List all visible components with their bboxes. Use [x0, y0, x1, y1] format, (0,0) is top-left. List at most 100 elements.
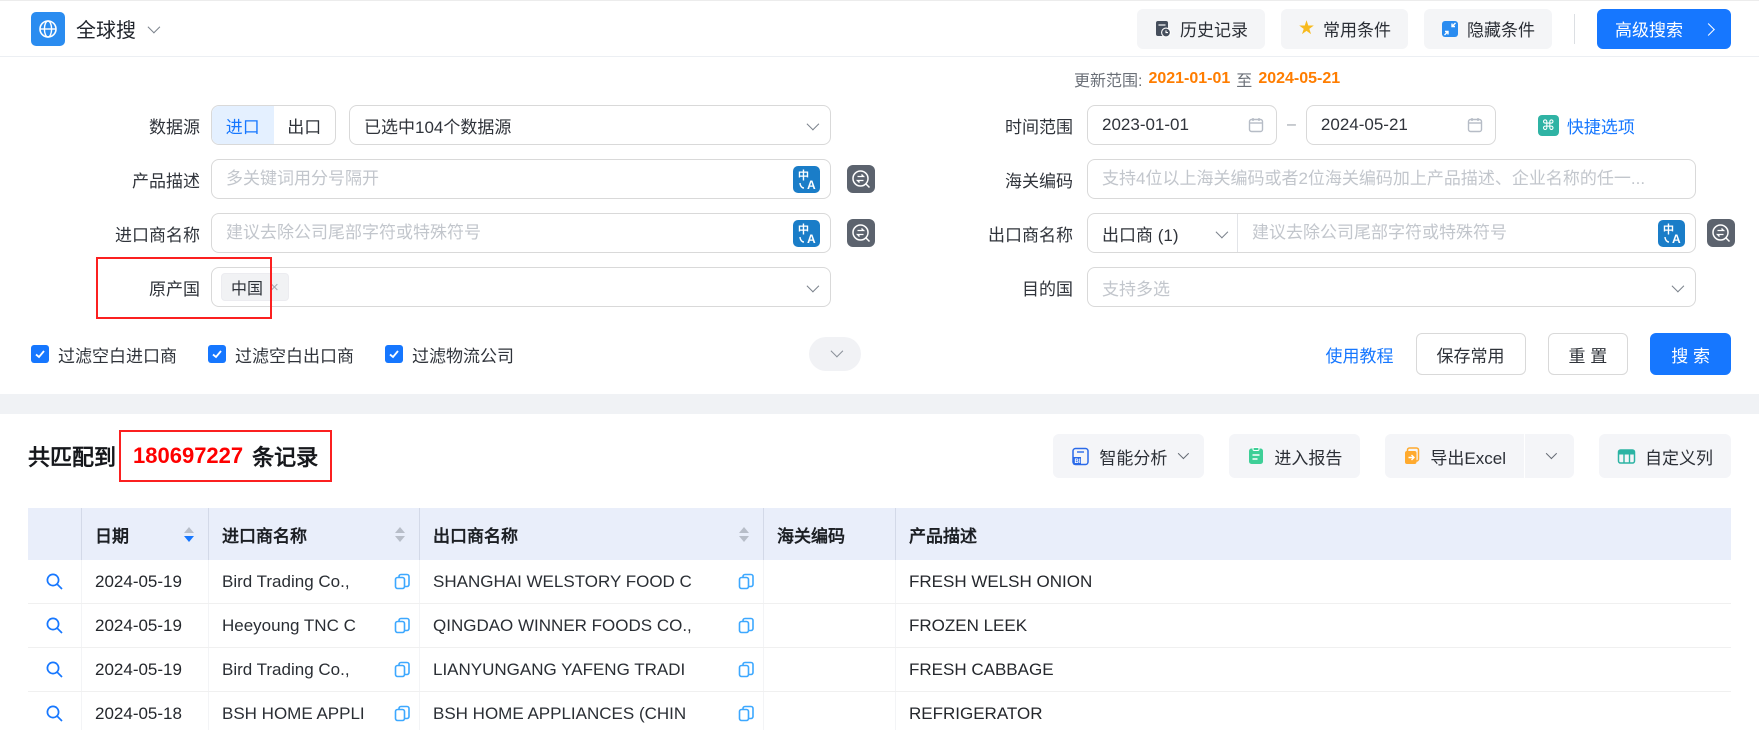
sort-icons[interactable] [184, 527, 194, 542]
row-detail-button[interactable] [28, 604, 82, 647]
copy-icon[interactable] [738, 617, 755, 634]
form-actions: 使用教程 保存常用 重 置 搜 索 [1326, 333, 1731, 375]
app-logo[interactable] [31, 12, 65, 46]
row-detail-button[interactable] [28, 692, 82, 730]
header-cell-date[interactable]: 日期 [82, 508, 209, 560]
update-range-note: 更新范围: 2021-01-01 至 2024-05-21 [1074, 67, 1759, 91]
copy-icon[interactable] [394, 705, 411, 722]
tag-close-icon[interactable]: × [270, 279, 279, 296]
update-range-mid: 至 [1236, 67, 1252, 91]
datasource-select[interactable]: 已选中104个数据源 [349, 105, 831, 145]
product-desc-inputbox: 中 A [211, 159, 831, 199]
fuzzy-match-toggle-icon[interactable] [847, 165, 875, 193]
filter-options-row: 过滤空白进口商 过滤空白出口商 过滤物流公司 使用教程 保存常用 重 置 [0, 333, 1759, 375]
customize-columns-button[interactable]: 自定义列 [1599, 434, 1731, 478]
cell-importer: Bird Trading Co., [209, 648, 420, 691]
destination-select[interactable]: 支持多选 [1087, 267, 1696, 307]
chevron-down-icon [1672, 279, 1685, 292]
translate-icon[interactable]: 中 A [793, 166, 820, 193]
cell-date: 2024-05-18 [82, 692, 209, 730]
form-row-1: 数据源 进口 出口 已选中104个数据源 时间范围 2023-01-01 [0, 105, 1759, 145]
date-from-input[interactable]: 2023-01-01 [1087, 105, 1277, 145]
cell-product: FROZEN LEEK [896, 604, 1731, 647]
exporter-label: 出口商名称 [981, 221, 1087, 246]
tab-export[interactable]: 出口 [274, 106, 336, 144]
row-detail-button[interactable] [28, 648, 82, 691]
advanced-search-button[interactable]: 高级搜索 [1597, 9, 1731, 49]
checkbox-checked-icon [31, 345, 49, 363]
form-row-4: 原产国 中国 × 目的国 支持多选 [0, 267, 1759, 307]
datasource-label: 数据源 [31, 113, 211, 138]
calendar-icon [1248, 117, 1264, 133]
history-button[interactable]: 历史记录 [1137, 9, 1265, 49]
table-body: 2024-05-19 Bird Trading Co., SHANGHAI WE… [28, 560, 1731, 730]
export-excel-button[interactable]: 导出Excel [1385, 434, 1524, 478]
origin-country-tag: 中国 × [221, 273, 289, 301]
hs-code-input[interactable] [1102, 169, 1685, 189]
reset-button[interactable]: 重 置 [1548, 333, 1629, 375]
app-switch-chevron-icon[interactable] [148, 21, 161, 34]
translate-icon[interactable]: 中 A [793, 220, 820, 247]
cell-product: FRESH WELSH ONION [896, 560, 1731, 603]
checkbox-filter-blank-importer[interactable]: 过滤空白进口商 [31, 342, 177, 367]
cell-hs-code [764, 560, 896, 603]
checkbox-filter-blank-exporter[interactable]: 过滤空白出口商 [208, 342, 354, 367]
importer-input[interactable] [226, 223, 793, 243]
fuzzy-match-toggle-icon[interactable] [1707, 219, 1735, 247]
smart-analysis-button[interactable]: BI 智能分析 [1053, 434, 1204, 478]
cell-hs-code [764, 604, 896, 647]
header-cell-importer[interactable]: 进口商名称 [209, 508, 420, 560]
quick-options-link[interactable]: ⌘ 快捷选项 [1538, 113, 1635, 138]
cell-product: FRESH CABBAGE [896, 648, 1731, 691]
datasource-direction-segment: 进口 出口 [211, 105, 336, 145]
command-icon: ⌘ [1538, 115, 1559, 136]
copy-icon[interactable] [394, 573, 411, 590]
cell-importer: Heeyoung TNC C [209, 604, 420, 647]
hide-conditions-button[interactable]: 隐藏条件 [1424, 9, 1552, 49]
copy-icon[interactable] [738, 573, 755, 590]
magnifier-icon [45, 704, 64, 723]
date-to-input[interactable]: 2024-05-21 [1306, 105, 1496, 145]
search-button[interactable]: 搜 索 [1650, 333, 1731, 375]
svg-text:A: A [807, 232, 816, 246]
header-cell-exporter[interactable]: 出口商名称 [420, 508, 764, 560]
enter-report-label: 进入报告 [1274, 444, 1342, 469]
copy-icon[interactable] [394, 661, 411, 678]
exporter-input[interactable] [1252, 223, 1658, 243]
checkbox-filter-logistics[interactable]: 过滤物流公司 [385, 342, 514, 367]
smart-analysis-label: 智能分析 [1099, 444, 1167, 469]
date-to-value: 2024-05-21 [1321, 115, 1408, 135]
row-detail-button[interactable] [28, 560, 82, 603]
export-options-dropdown-button[interactable] [1524, 434, 1574, 478]
origin-country-select[interactable]: 中国 × [211, 267, 831, 307]
copy-icon[interactable] [738, 661, 755, 678]
favorites-button[interactable]: ★ 常用条件 [1281, 9, 1408, 49]
save-favorite-button[interactable]: 保存常用 [1416, 333, 1526, 375]
copy-icon[interactable] [394, 617, 411, 634]
filter-form: 更新范围: 2021-01-01 至 2024-05-21 数据源 进口 出口 … [0, 57, 1759, 375]
results-section: 共匹配到 180697227 条记录 BI 智能分析 [0, 430, 1759, 730]
expand-more-filters-button[interactable] [809, 337, 861, 371]
copy-icon[interactable] [738, 705, 755, 722]
product-desc-input[interactable] [226, 169, 793, 189]
tutorial-link[interactable]: 使用教程 [1326, 342, 1394, 367]
translate-icon[interactable]: 中 A [1658, 220, 1685, 247]
sort-icons[interactable] [395, 527, 405, 542]
enter-report-button[interactable]: 进入报告 [1229, 434, 1360, 478]
topbar: 全球搜 历史记录 ★ 常用条件 [0, 0, 1759, 57]
favorites-label: 常用条件 [1323, 16, 1391, 41]
magnifier-icon [45, 572, 64, 591]
history-icon [1154, 20, 1172, 38]
datasource-selected-value: 已选中104个数据源 [364, 113, 807, 138]
excel-export-icon [1403, 447, 1421, 465]
annotation-red-box-count: 180697227 条记录 [119, 430, 332, 482]
summary-prefix: 共匹配到 [28, 440, 116, 472]
collapse-icon [1441, 20, 1459, 38]
tab-import[interactable]: 进口 [212, 106, 274, 144]
header-cell-product: 产品描述 [896, 508, 1731, 560]
chevron-down-icon [1178, 447, 1189, 458]
fuzzy-match-toggle-icon[interactable] [847, 219, 875, 247]
sort-icons[interactable] [739, 527, 749, 542]
star-icon: ★ [1298, 19, 1315, 38]
exporter-type-select[interactable]: 出口商 (1) [1088, 214, 1238, 252]
